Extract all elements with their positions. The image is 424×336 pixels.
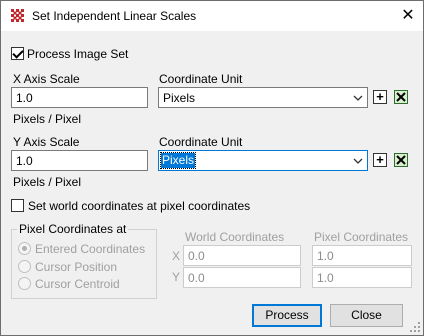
close-window-icon[interactable]: ✕ <box>398 6 418 26</box>
radio-cursor-position-label: Cursor Position <box>35 260 118 274</box>
chevron-down-icon <box>353 95 363 101</box>
title-bar[interactable]: Set Independent Linear Scales ✕ <box>1 1 423 31</box>
pixel-x-input[interactable]: 1.0 <box>312 245 412 266</box>
x-coordinate-unit-value: Pixels <box>163 91 196 105</box>
radio-cursor-position[interactable] <box>18 260 31 273</box>
y-remove-unit-button[interactable] <box>394 153 408 167</box>
x-coordinate-unit-select[interactable]: Pixels <box>158 87 368 108</box>
world-x-input[interactable]: 0.0 <box>183 245 301 266</box>
resize-grip-icon[interactable] <box>409 321 421 333</box>
x-coordinate-unit-label: Coordinate Unit <box>159 72 243 86</box>
world-coordinates-header: World Coordinates <box>185 230 285 244</box>
process-image-set-label[interactable]: Process Image Set <box>27 47 128 61</box>
y-axis-scale-label: Y Axis Scale <box>13 135 80 149</box>
y-axis-scale-input[interactable]: 1.0 <box>11 150 148 171</box>
radio-entered-coordinates-label: Entered Coordinates <box>35 242 146 256</box>
x-axis-scale-input[interactable]: 1.0 <box>11 87 148 108</box>
dialog-window: Set Independent Linear Scales ✕ Process … <box>0 0 424 336</box>
radio-cursor-centroid-label: Cursor Centroid <box>35 277 120 291</box>
set-world-coords-label[interactable]: Set world coordinates at pixel coordinat… <box>28 199 250 213</box>
chevron-down-icon <box>353 158 363 164</box>
y-row-label: Y <box>172 270 181 284</box>
x-add-unit-button[interactable]: + <box>373 90 387 104</box>
x-axis-scale-label: X Axis Scale <box>13 72 80 86</box>
x-remove-unit-button[interactable] <box>394 90 408 104</box>
pixel-y-input[interactable]: 1.0 <box>312 267 412 288</box>
process-image-set-checkbox[interactable] <box>11 47 24 60</box>
y-coordinate-unit-value: Pixels <box>159 152 197 169</box>
close-button[interactable]: Close <box>330 304 403 327</box>
y-axis-unit-text: Pixels / Pixel <box>13 175 82 189</box>
y-add-unit-button[interactable]: + <box>373 153 387 167</box>
x-remove-icon <box>396 92 406 102</box>
radio-entered-coordinates[interactable] <box>18 242 31 255</box>
radio-cursor-centroid[interactable] <box>18 277 31 290</box>
y-coordinate-unit-select[interactable]: Pixels <box>158 150 368 171</box>
pixel-coordinates-group-title: Pixel Coordinates at <box>17 222 129 236</box>
set-world-coords-checkbox[interactable] <box>11 199 24 212</box>
x-remove-icon <box>396 155 406 165</box>
y-coordinate-unit-label: Coordinate Unit <box>159 135 243 149</box>
x-row-label: X <box>172 249 181 263</box>
window-title: Set Independent Linear Scales <box>32 9 197 23</box>
x-axis-unit-text: Pixels / Pixel <box>13 112 82 126</box>
pixel-coordinates-header: Pixel Coordinates <box>314 230 409 244</box>
process-button[interactable]: Process <box>252 304 322 327</box>
world-y-input[interactable]: 0.0 <box>183 267 301 288</box>
grid-app-icon <box>11 9 24 22</box>
